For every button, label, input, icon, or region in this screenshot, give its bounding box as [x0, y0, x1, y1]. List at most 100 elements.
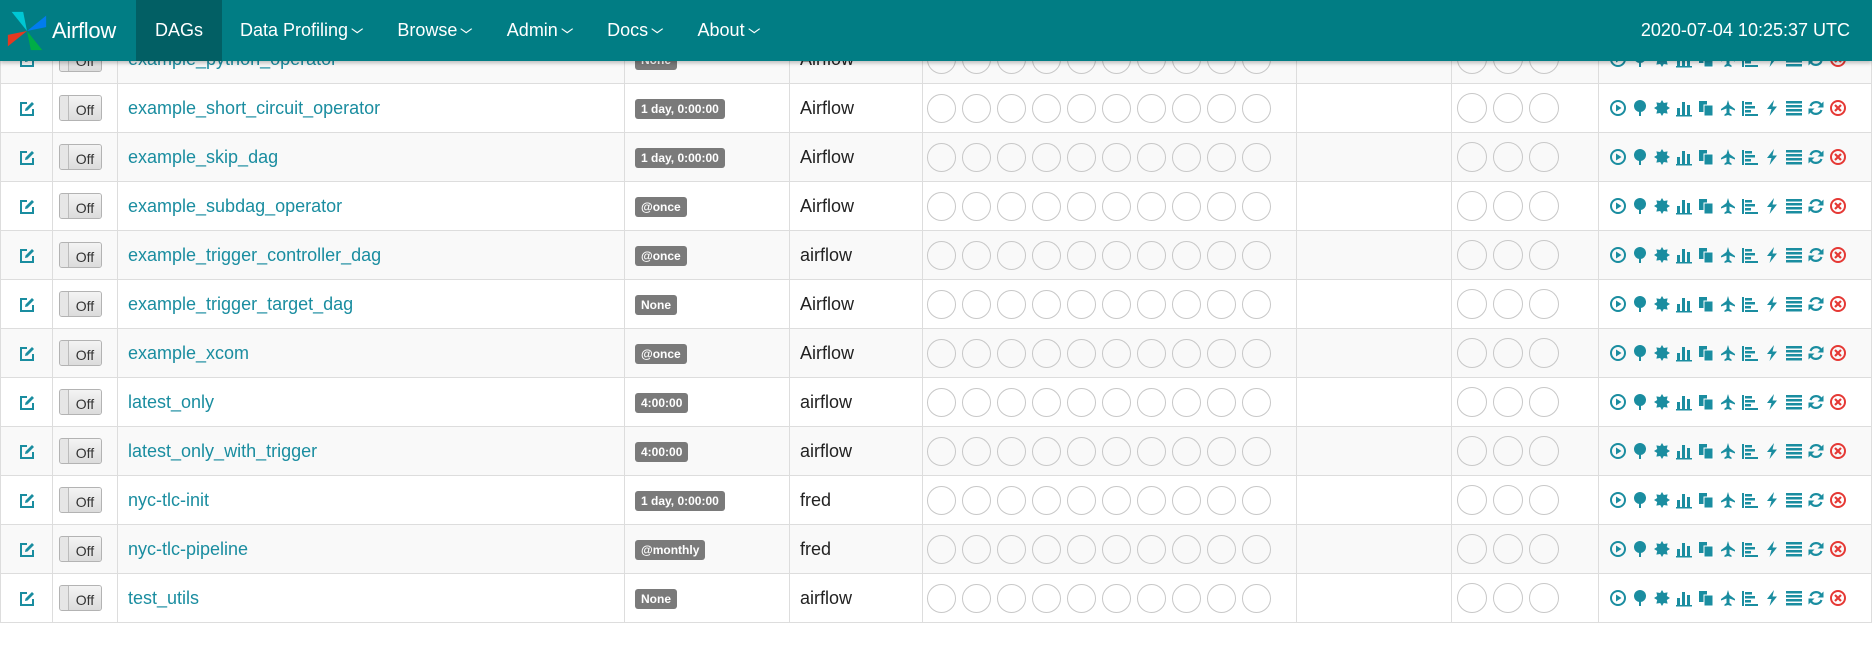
dag-run-status-circle[interactable] [1493, 534, 1523, 564]
task-status-circle[interactable] [1032, 240, 1061, 270]
task-status-circle[interactable] [962, 436, 991, 466]
nav-item-dags[interactable]: DAGs [136, 0, 223, 61]
logs-icon[interactable] [1785, 148, 1803, 166]
dag-run-status-circle[interactable] [1493, 289, 1523, 319]
task-status-circle[interactable] [927, 436, 956, 466]
trigger-dag-icon[interactable] [1609, 99, 1627, 117]
task-status-circle[interactable] [1067, 485, 1096, 515]
task-status-circle[interactable] [1242, 240, 1271, 270]
task-status-circle[interactable] [1242, 583, 1271, 613]
dag-link[interactable]: nyc-tlc-init [128, 490, 209, 510]
task-status-circle[interactable] [962, 240, 991, 270]
code-icon[interactable] [1763, 442, 1781, 460]
task-status-circle[interactable] [1242, 387, 1271, 417]
task-tries-icon[interactable] [1697, 148, 1715, 166]
task-status-circle[interactable] [1032, 93, 1061, 123]
task-status-circle[interactable] [997, 436, 1026, 466]
landing-times-icon[interactable] [1719, 491, 1737, 509]
dag-link[interactable]: latest_only [128, 392, 214, 412]
task-status-circle[interactable] [1207, 142, 1236, 172]
logs-icon[interactable] [1785, 99, 1803, 117]
duration-icon[interactable] [1675, 295, 1693, 313]
dag-run-status-circle[interactable] [1457, 240, 1487, 270]
task-status-circle[interactable] [1067, 338, 1096, 368]
dag-run-status-circle[interactable] [1493, 485, 1523, 515]
graph-view-icon[interactable] [1653, 344, 1671, 362]
refresh-icon[interactable] [1807, 99, 1825, 117]
delete-icon[interactable] [1829, 99, 1847, 117]
landing-times-icon[interactable] [1719, 295, 1737, 313]
dag-run-status-circle[interactable] [1529, 485, 1559, 515]
task-status-circle[interactable] [1137, 436, 1166, 466]
gantt-icon[interactable] [1741, 540, 1759, 558]
dag-run-status-circle[interactable] [1529, 338, 1559, 368]
task-status-circle[interactable] [962, 485, 991, 515]
task-status-circle[interactable] [1172, 485, 1201, 515]
task-status-circle[interactable] [1137, 240, 1166, 270]
edit-icon[interactable] [18, 247, 36, 265]
task-tries-icon[interactable] [1697, 344, 1715, 362]
delete-icon[interactable] [1829, 442, 1847, 460]
dag-run-status-circle[interactable] [1529, 387, 1559, 417]
refresh-icon[interactable] [1807, 295, 1825, 313]
delete-icon[interactable] [1829, 540, 1847, 558]
task-status-circle[interactable] [997, 583, 1026, 613]
dag-link[interactable]: test_utils [128, 588, 199, 608]
graph-view-icon[interactable] [1653, 491, 1671, 509]
landing-times-icon[interactable] [1719, 246, 1737, 264]
dag-run-status-circle[interactable] [1457, 387, 1487, 417]
tree-view-icon[interactable] [1631, 197, 1649, 215]
nav-item-admin[interactable]: Admin ⌵ [489, 0, 589, 61]
code-icon[interactable] [1763, 540, 1781, 558]
task-status-circle[interactable] [1032, 289, 1061, 319]
dag-run-status-circle[interactable] [1493, 93, 1523, 123]
dag-run-status-circle[interactable] [1457, 534, 1487, 564]
edit-icon[interactable] [18, 590, 36, 608]
task-status-circle[interactable] [997, 534, 1026, 564]
code-icon[interactable] [1763, 589, 1781, 607]
landing-times-icon[interactable] [1719, 344, 1737, 362]
refresh-icon[interactable] [1807, 589, 1825, 607]
task-status-circle[interactable] [1032, 338, 1061, 368]
edit-icon[interactable] [18, 198, 36, 216]
gantt-icon[interactable] [1741, 148, 1759, 166]
duration-icon[interactable] [1675, 442, 1693, 460]
dag-pause-toggle[interactable]: Off [59, 438, 102, 464]
gantt-icon[interactable] [1741, 197, 1759, 215]
dag-link[interactable]: latest_only_with_trigger [128, 441, 317, 461]
task-status-circle[interactable] [962, 191, 991, 221]
task-status-circle[interactable] [997, 485, 1026, 515]
trigger-dag-icon[interactable] [1609, 246, 1627, 264]
task-status-circle[interactable] [1032, 534, 1061, 564]
landing-times-icon[interactable] [1719, 197, 1737, 215]
tree-view-icon[interactable] [1631, 393, 1649, 411]
graph-view-icon[interactable] [1653, 540, 1671, 558]
task-status-circle[interactable] [1207, 240, 1236, 270]
delete-icon[interactable] [1829, 344, 1847, 362]
dag-run-status-circle[interactable] [1493, 436, 1523, 466]
logs-icon[interactable] [1785, 246, 1803, 264]
logs-icon[interactable] [1785, 540, 1803, 558]
duration-icon[interactable] [1675, 491, 1693, 509]
task-status-circle[interactable] [1207, 338, 1236, 368]
gantt-icon[interactable] [1741, 99, 1759, 117]
delete-icon[interactable] [1829, 589, 1847, 607]
task-status-circle[interactable] [1207, 583, 1236, 613]
graph-view-icon[interactable] [1653, 295, 1671, 313]
task-status-circle[interactable] [1137, 142, 1166, 172]
task-status-circle[interactable] [1102, 583, 1131, 613]
task-status-circle[interactable] [997, 387, 1026, 417]
task-status-circle[interactable] [1067, 436, 1096, 466]
task-status-circle[interactable] [1172, 191, 1201, 221]
gantt-icon[interactable] [1741, 589, 1759, 607]
graph-view-icon[interactable] [1653, 246, 1671, 264]
dag-run-status-circle[interactable] [1493, 142, 1523, 172]
task-status-circle[interactable] [1172, 93, 1201, 123]
dag-run-status-circle[interactable] [1493, 583, 1523, 613]
code-icon[interactable] [1763, 197, 1781, 215]
dag-pause-toggle[interactable]: Off [59, 340, 102, 366]
dag-pause-toggle[interactable]: Off [59, 95, 102, 121]
landing-times-icon[interactable] [1719, 540, 1737, 558]
gantt-icon[interactable] [1741, 295, 1759, 313]
logs-icon[interactable] [1785, 295, 1803, 313]
